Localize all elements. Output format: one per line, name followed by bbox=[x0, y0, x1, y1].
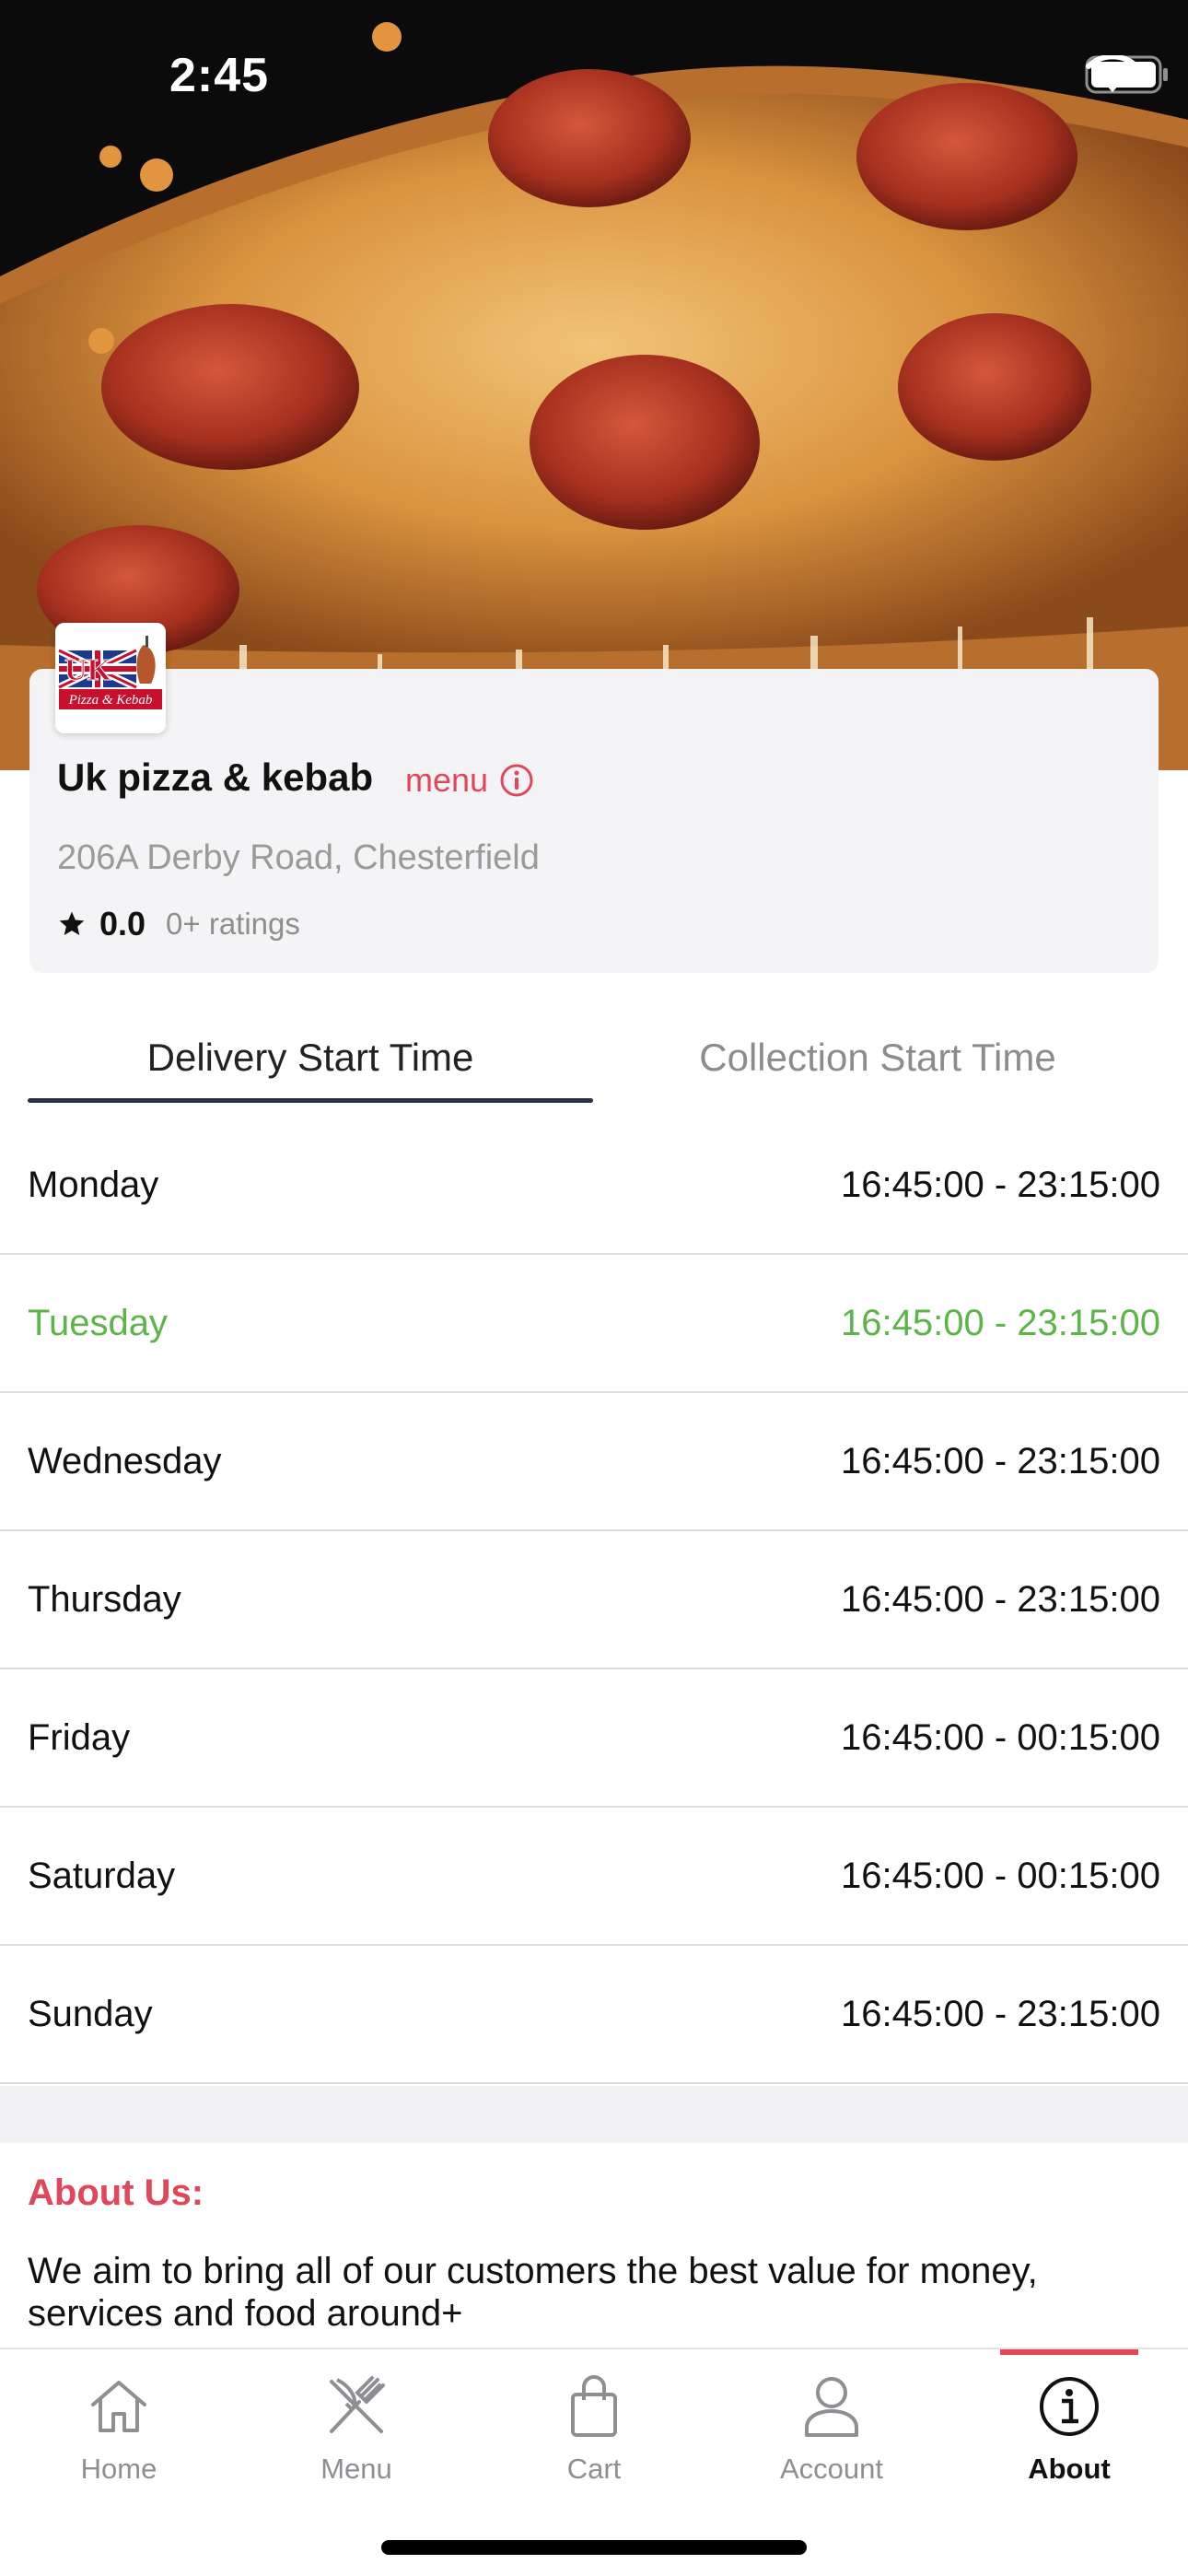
tab-delivery-start-time[interactable]: Delivery Start Time bbox=[28, 1036, 593, 1080]
tabbar-menu[interactable]: Menu bbox=[238, 2349, 475, 2497]
restaurant-address: 206A Derby Road, Chesterfield bbox=[57, 838, 540, 877]
about-text: We aim to bring all of our customers the… bbox=[28, 2251, 1038, 2334]
hours-label: 16:45:00 - 00:15:00 bbox=[841, 1716, 1160, 1758]
hero-image: 2:45 bbox=[0, 0, 1188, 770]
home-indicator bbox=[381, 2540, 807, 2555]
schedule-row-thursday: Thursday 16:45:00 - 23:15:00 bbox=[0, 1531, 1188, 1669]
info-icon[interactable] bbox=[499, 763, 534, 798]
tabbar-home-label: Home bbox=[80, 2453, 157, 2485]
star-icon bbox=[59, 911, 85, 935]
hours-label: 16:45:00 - 23:15:00 bbox=[841, 1302, 1160, 1343]
pizza-photo bbox=[0, 0, 1188, 770]
day-label: Wednesday bbox=[28, 1440, 222, 1481]
day-label: Friday bbox=[28, 1716, 131, 1758]
schedule-row-saturday: Saturday 16:45:00 - 00:15:00 bbox=[0, 1808, 1188, 1946]
day-label: Monday bbox=[28, 1164, 159, 1205]
rating: 0.0 0+ ratings bbox=[57, 905, 300, 943]
menu-link-label[interactable]: menu bbox=[405, 761, 488, 800]
menu-link[interactable]: menu bbox=[405, 761, 534, 800]
status-time: 2:45 bbox=[169, 49, 270, 102]
info-icon bbox=[1040, 2377, 1099, 2436]
restaurant-logo: UK Pizza & Kebab bbox=[55, 623, 166, 733]
schedule-row-sunday: Sunday 16:45:00 - 23:15:00 bbox=[0, 1946, 1188, 2084]
schedule-row-wednesday: Wednesday 16:45:00 - 23:15:00 bbox=[0, 1393, 1188, 1531]
schedule-row-friday: Friday 16:45:00 - 00:15:00 bbox=[0, 1669, 1188, 1808]
hours-label: 16:45:00 - 23:15:00 bbox=[841, 1440, 1160, 1481]
battery-icon bbox=[1085, 55, 1168, 94]
tabbar-about[interactable]: About bbox=[950, 2349, 1188, 2497]
tabbar-menu-label: Menu bbox=[320, 2453, 392, 2485]
tabbar-account-label: Account bbox=[779, 2453, 883, 2485]
schedule-row-tuesday: Tuesday 16:45:00 - 23:15:00 bbox=[0, 1255, 1188, 1393]
tab-collection-start-time[interactable]: Collection Start Time bbox=[595, 1036, 1160, 1080]
restaurant-name: Uk pizza & kebab bbox=[57, 755, 374, 799]
fork-knife-icon bbox=[330, 2376, 385, 2433]
rating-score: 0.0 bbox=[99, 905, 146, 943]
active-tab-indicator bbox=[28, 1098, 593, 1103]
hours-label: 16:45:00 - 23:15:00 bbox=[841, 1164, 1160, 1205]
about-title: About Us: bbox=[28, 2172, 204, 2213]
home-icon bbox=[91, 2381, 146, 2432]
day-label: Thursday bbox=[28, 1578, 181, 1620]
day-label: Saturday bbox=[28, 1855, 176, 1896]
schedule-row-monday: Monday 16:45:00 - 23:15:00 bbox=[0, 1117, 1188, 1255]
tabbar-cart[interactable]: Cart bbox=[475, 2349, 713, 2497]
tabbar-home[interactable]: Home bbox=[0, 2349, 238, 2497]
shopping-bag-icon bbox=[571, 2375, 617, 2437]
tabbar-account[interactable]: Account bbox=[713, 2349, 950, 2497]
hours-label: 16:45:00 - 23:15:00 bbox=[841, 1578, 1160, 1620]
opening-hours-list: Monday 16:45:00 - 23:15:00 Tuesday 16:45… bbox=[0, 1117, 1188, 2084]
section-divider bbox=[0, 2086, 1188, 2143]
ratings-count: 0+ ratings bbox=[166, 907, 300, 941]
hours-label: 16:45:00 - 23:15:00 bbox=[841, 1993, 1160, 2034]
day-label: Sunday bbox=[28, 1993, 153, 2034]
tabbar-cart-label: Cart bbox=[566, 2453, 622, 2485]
svg-text:Pizza & Kebab: Pizza & Kebab bbox=[68, 693, 153, 708]
user-icon bbox=[805, 2377, 858, 2437]
tabbar-about-label: About bbox=[1028, 2453, 1111, 2485]
svg-text:UK: UK bbox=[64, 653, 112, 687]
hours-label: 16:45:00 - 00:15:00 bbox=[841, 1855, 1160, 1896]
day-label: Tuesday bbox=[28, 1302, 168, 1343]
